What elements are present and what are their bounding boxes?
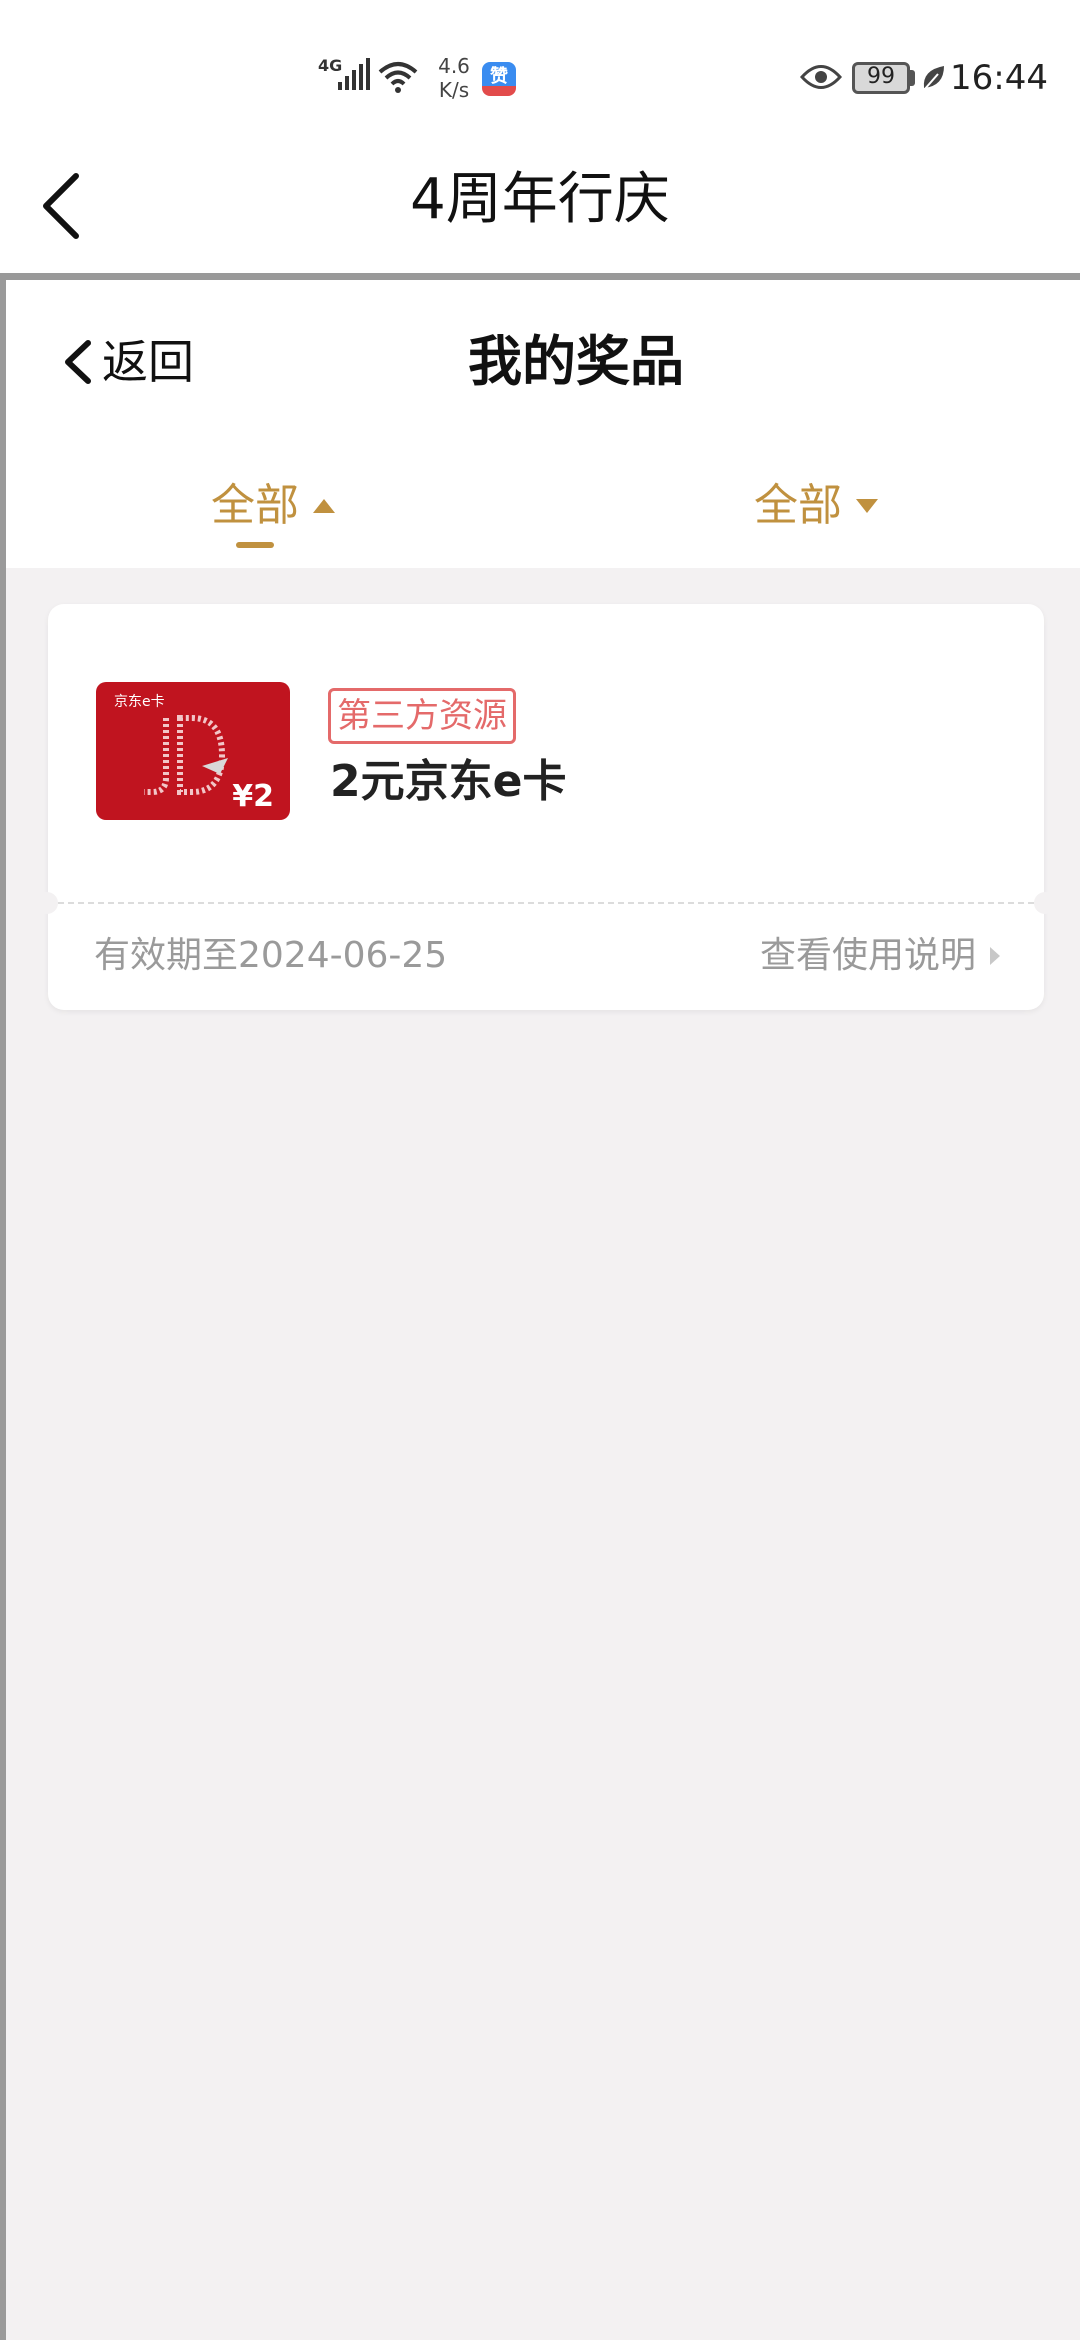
active-filter-indicator: [236, 542, 274, 548]
page-nav: 返回 我的奖品: [6, 280, 1080, 450]
triangle-right-icon: [990, 947, 1000, 965]
net-speed: 4.6 K/s: [438, 54, 470, 102]
page-title: 我的奖品: [468, 330, 684, 393]
filter-label: 全部: [754, 480, 842, 531]
card-notch-left: [36, 892, 58, 914]
filter-row: 全部 全部: [6, 450, 1080, 568]
wifi-icon: [378, 62, 418, 93]
prize-image: 京东e卡 ¥2: [96, 682, 290, 820]
header-divider: [0, 273, 1080, 280]
signal-icon: [338, 58, 370, 90]
clock: 16:44: [950, 58, 1048, 98]
prize-name: 2元京东e卡: [330, 756, 567, 807]
expiry-date: 有效期至2024-06-25: [94, 935, 448, 976]
eye-icon: [800, 65, 842, 89]
back-button[interactable]: 返回: [60, 330, 194, 394]
app-title: 4周年行庆: [410, 167, 670, 232]
app-header: 4周年行庆: [0, 130, 1080, 273]
source-tag: 第三方资源: [328, 688, 516, 744]
status-bar: 4G 4.6 K/s 赞 99 16:44: [0, 0, 1080, 130]
view-instructions-link[interactable]: 查看使用说明: [760, 932, 1000, 980]
filter-dropdown-type[interactable]: 全部: [211, 478, 335, 534]
prize-list: 京东e卡 ¥2 第三方资源 2元京东e卡 有效期至2024-06-25 查看使用…: [6, 568, 1080, 2340]
instructions-label: 查看使用说明: [759, 935, 976, 976]
leaf-icon: [923, 66, 944, 91]
filter-dropdown-status[interactable]: 全部: [754, 478, 878, 534]
app-screen: 4G 4.6 K/s 赞 99 16:44 4周年行庆 返回 我的奖品 全部 全…: [0, 0, 1080, 2340]
caret-down-icon: [856, 499, 878, 513]
card-value-text: ¥2: [232, 779, 274, 814]
chevron-left-icon[interactable]: [36, 170, 88, 242]
jd-logo-icon: [144, 715, 228, 795]
battery-level: 99: [867, 64, 895, 89]
prize-card[interactable]: 京东e卡 ¥2 第三方资源 2元京东e卡 有效期至2024-06-25 查看使用…: [36, 604, 1056, 1010]
card-divider: [48, 902, 1044, 904]
app-notification-icon: 赞: [482, 62, 516, 96]
battery-tip: [910, 70, 915, 86]
caret-up-icon: [313, 499, 335, 513]
back-label: 返回: [102, 335, 194, 389]
card-notch-right: [1034, 892, 1056, 914]
filter-label: 全部: [211, 480, 299, 531]
back-chevron-icon: [65, 340, 91, 384]
